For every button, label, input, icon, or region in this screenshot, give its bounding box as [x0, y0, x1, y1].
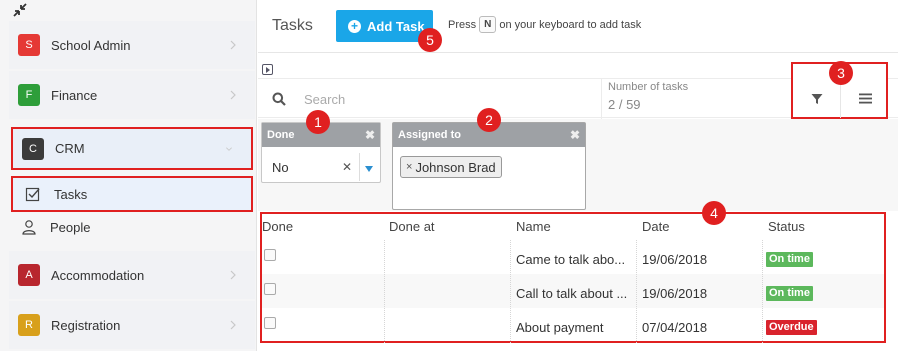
- crm-letter-icon: C: [22, 137, 44, 160]
- column-header-name[interactable]: Name: [516, 219, 551, 234]
- hint-key: N: [479, 16, 497, 33]
- table-row[interactable]: About payment 07/04/2018 Overdue: [262, 308, 884, 342]
- chevron-right-icon: [230, 90, 236, 100]
- name-cell: Call to talk about ...: [516, 286, 628, 301]
- sidebar-item-finance[interactable]: F Finance: [9, 71, 255, 119]
- sidebar-item-label: Accommodation: [51, 267, 145, 283]
- task-count-label: Number of tasks: [608, 81, 689, 93]
- annotation-badge-3: 3: [829, 61, 853, 85]
- done-filter-value[interactable]: No: [272, 160, 289, 175]
- finance-letter-icon: F: [18, 84, 40, 106]
- column-divider: [384, 240, 385, 343]
- done-checkbox[interactable]: [264, 249, 276, 261]
- plus-icon: +: [348, 19, 361, 33]
- date-cell: 07/04/2018: [642, 320, 708, 335]
- filter-button[interactable]: [793, 80, 841, 120]
- dropdown-arrow-icon[interactable]: [365, 166, 373, 172]
- remove-tag-icon[interactable]: ×: [406, 161, 412, 173]
- play-icon[interactable]: [262, 64, 273, 75]
- menu-button[interactable]: [841, 80, 889, 120]
- table-row[interactable]: Call to talk about ... 19/06/2018 On tim…: [262, 274, 884, 308]
- school-admin-letter-icon: S: [18, 34, 40, 56]
- annotation-badge-2: 2: [477, 108, 501, 132]
- close-icon[interactable]: ✖: [365, 128, 375, 142]
- assigned-filter: Assigned to ✖ × Johnson Brad: [392, 122, 586, 210]
- status-badge: On time: [766, 252, 813, 267]
- sidebar-subitem-tasks[interactable]: Tasks: [11, 176, 253, 212]
- assignee-tag-label: Johnson Brad: [415, 159, 496, 175]
- close-icon[interactable]: ✖: [570, 128, 580, 142]
- annotation-badge-1: 1: [306, 110, 330, 134]
- name-cell: Came to talk abo...: [516, 252, 626, 267]
- task-count: Number of tasks 2 / 59: [601, 79, 688, 119]
- chevron-down-icon: [226, 147, 232, 151]
- main-content: Tasks + Add Task Press N on your keyboar…: [258, 0, 898, 351]
- annotation-badge-5: 5: [418, 28, 442, 52]
- name-cell: About payment: [516, 320, 604, 335]
- column-header-done[interactable]: Done: [262, 219, 293, 234]
- registration-letter-icon: R: [18, 314, 40, 336]
- person-icon: [22, 220, 36, 235]
- chevron-right-icon: [230, 40, 236, 50]
- assigned-filter-title: Assigned to: [398, 129, 461, 141]
- task-count-value: 2 / 59: [608, 97, 641, 112]
- sidebar-item-accommodation[interactable]: A Accommodation: [9, 251, 255, 299]
- sidebar-item-label: CRM: [55, 141, 85, 156]
- done-checkbox[interactable]: [264, 283, 276, 295]
- column-header-status[interactable]: Status: [768, 219, 805, 234]
- status-badge: Overdue: [766, 320, 817, 335]
- header-divider: [258, 52, 898, 53]
- page-title: Tasks: [272, 17, 313, 34]
- hint-pre: Press: [448, 18, 477, 31]
- sidebar-subitem-label: People: [50, 219, 91, 235]
- assignee-tag: × Johnson Brad: [400, 156, 502, 178]
- column-header-done-at[interactable]: Done at: [389, 219, 435, 234]
- accommodation-letter-icon: A: [18, 264, 40, 286]
- sidebar-item-registration[interactable]: R Registration: [9, 301, 255, 349]
- date-cell: 19/06/2018: [642, 252, 708, 267]
- checkbox-icon: [25, 187, 40, 202]
- filter-area: Done ✖ No ✕ Assigned to ✖ × Johnson Brad: [258, 119, 898, 211]
- sidebar-item-school-admin[interactable]: S School Admin: [9, 21, 255, 69]
- sidebar: S School Admin F Finance C CRM Tasks Peo…: [0, 0, 257, 351]
- hint-post: on your keyboard to add task: [499, 18, 642, 31]
- column-header-date[interactable]: Date: [642, 219, 669, 234]
- chevron-right-icon: [230, 270, 236, 280]
- column-divider: [636, 240, 637, 343]
- search-icon: [272, 92, 286, 106]
- add-task-label: Add Task: [367, 18, 425, 34]
- filter-icon: [811, 94, 823, 104]
- column-divider: [762, 240, 763, 343]
- date-cell: 19/06/2018: [642, 286, 708, 301]
- done-filter-title: Done: [267, 129, 295, 141]
- collapse-icon[interactable]: [12, 2, 28, 18]
- clear-icon[interactable]: ✕: [342, 160, 352, 174]
- table-row[interactable]: Came to talk abo... 19/06/2018 On time: [262, 240, 884, 274]
- done-checkbox[interactable]: [264, 317, 276, 329]
- sidebar-subitem-people[interactable]: People: [9, 209, 255, 245]
- status-badge: On time: [766, 286, 813, 301]
- select-divider: [359, 153, 360, 181]
- tasks-table: Done Done at Name Date Status Came to ta…: [260, 212, 886, 343]
- sidebar-item-crm[interactable]: C CRM: [11, 127, 253, 170]
- annotation-badge-4: 4: [702, 201, 726, 225]
- sidebar-subitem-label: Tasks: [54, 186, 88, 202]
- chevron-right-icon: [230, 320, 236, 330]
- search-input[interactable]: [304, 87, 584, 111]
- keyboard-hint: Press N on your keyboard to add task: [448, 16, 641, 33]
- sidebar-item-label: Registration: [51, 317, 121, 333]
- sidebar-item-label: Finance: [51, 87, 98, 103]
- column-divider: [510, 240, 511, 343]
- sidebar-item-label: School Admin: [51, 37, 131, 53]
- menu-icon: [858, 93, 872, 104]
